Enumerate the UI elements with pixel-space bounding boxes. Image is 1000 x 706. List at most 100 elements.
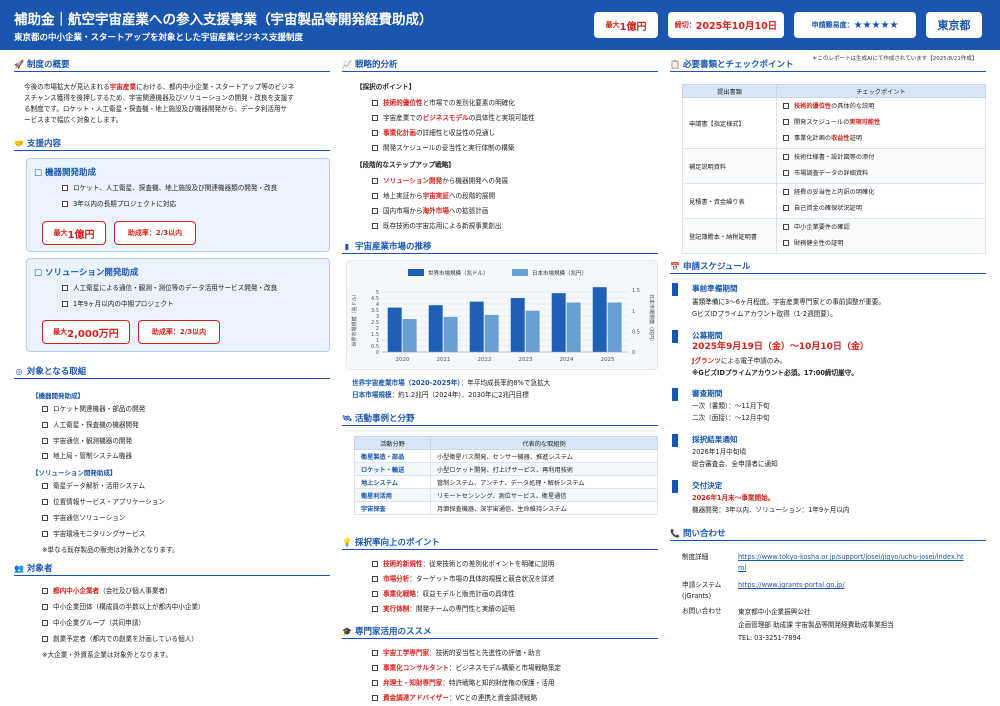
divider [670,71,986,72]
bar-japan [443,316,458,352]
satellite-icon: 🛰 [342,413,353,423]
docs-heading: 📋 必要書類とチェックポイント [670,59,794,71]
list-item: 都内中小企業者（会社及び個人事業者） [42,586,172,597]
bar-world [592,287,607,352]
list-item: 地上実証から宇宙実証への段階的展開 [372,191,495,202]
schedule-step-body: Jグランツによる電子申請のみ。 ※GビズIDプライムアカウント必須。17:00締切… [692,357,858,377]
checkbox-icon [42,531,48,537]
list-item: 中小企業グループ（共同申請） [42,618,145,629]
contact-heading: 📞 問い合わせ [670,528,726,540]
group-label: 【段階的なステップアップ戦略】 [356,161,455,169]
bar-chart-icon: ▮ [344,241,350,251]
checkbox-icon [62,285,68,291]
x-tick-label: 2022 [478,357,492,363]
list-item: 技術的新規性：従来技術との差別化ポイントを明確に説明 [372,559,554,570]
list-item: 地上局・管制システム機器 [42,451,132,462]
bar-japan [566,302,581,352]
targets-note: ※単なる既存製品の販売は対象外となります。 [42,546,179,554]
bar-world [428,305,443,352]
y-right-tick: 1.5 [632,288,640,294]
list-item: 資金調達アドバイザー：VCとの連携と資金調達戦略 [372,693,537,704]
divider [670,273,986,274]
support-heading: 🤝 支援内容 [14,138,62,150]
checkbox-icon [372,665,378,671]
checkbox-icon [372,130,378,136]
eligible-note: ※大企業・外資系企業は対象外となります。 [42,651,172,659]
list-item: 宇宙環境モニタリングサービス [42,529,145,540]
checkbox-icon [372,100,378,106]
y-left-label: 世界市場規模（兆ドル） [351,291,358,346]
checkbox-icon [372,115,378,121]
schedule-step-title: 事前準備期間 [692,284,738,293]
group-label: 【ソリューション開発助成】 [32,469,117,477]
list-item: 開発スケジュールの妥当性と実行体制の構築 [372,143,514,154]
checkbox-icon [62,301,68,307]
table-row: ロケット・輸送 小型ロケット開発、打上げサービス、再利用技術 [354,462,658,476]
checkbox-icon [783,119,789,125]
bar-world [551,293,566,352]
list-item: 衛星データ解析・活用システム [42,481,145,492]
table-row: 衛星製造・部品 小型衛星バス開発、センサー機器、推進システム [354,449,658,463]
y-left-tick: 2.5 [371,320,379,326]
difficulty-badge: 申請難易度： ★★★★★ [794,12,916,38]
table-header: 代表的な取組例 [430,436,658,450]
checkbox-icon [783,205,789,211]
list-item: ロケット関連機器・部品の開発 [42,404,145,415]
expert-heading: 🎓 専門家活用のススメ [342,626,432,638]
timeline-marker [672,283,678,296]
checkbox-icon [372,680,378,686]
y-left-tick: 1 [376,338,379,344]
y-left-tick: 3.5 [371,308,379,314]
table-row: 登記簿謄本・納税証明書 中小企業要件の確認 財務健全性の証明 [682,218,986,254]
checkbox-icon [783,103,789,109]
divider [342,71,658,72]
market-caption-2: 日本市場規模：約1.2兆円（2024年）、2030年に2兆円目標 [352,391,529,399]
timeline-marker [672,330,678,343]
checkbox-icon [372,223,378,229]
checkbox-icon [62,201,68,207]
legend-label-japan: 日本市場規模（兆円） [532,269,587,277]
ai-note: ＊このレポートは生成AIにて作成されています【2025/8/21作成】 [812,56,978,62]
list-item: 技術的優位性と市場での差別化要素の明確化 [372,98,515,109]
bar-world [469,301,484,352]
bar-japan [607,302,622,352]
timeline-marker [672,434,678,447]
y-left-tick: 5 [376,290,379,296]
checkbox-icon [372,650,378,656]
checkbox-icon [62,185,68,191]
graduate-icon: 🎓 [342,626,352,636]
jgrants-link[interactable]: https://www.jgrants-portal.go.jp/ [738,580,845,591]
checkbox-icon [42,438,48,444]
list-item: 中小企業団体（構成員の半数以上が都内中小企業） [42,602,205,613]
schedule-step-body: 書類準備に3〜6ヶ月程度。宇宙産業専門家との事前調整が重要。 GビズIDプライムア… [692,298,885,318]
divider [670,540,986,541]
handshake-icon: 🤝 [14,138,24,148]
list-item: 人工衛星による通信・観測・測位等のデータ活用サービス開発・改良 [62,283,277,294]
x-tick-label: 2024 [560,357,574,363]
checkbox-icon [372,145,378,151]
overview-text: 今後の市場拡大が見込まれる宇宙産業における、都内中小企業・スタートアップ等のビジ… [24,83,295,124]
checkbox-icon [42,620,48,626]
bar-japan [484,314,499,352]
checkbox-icon [42,453,48,459]
max-amount-badge: 最大 1億円 [594,12,658,38]
rocket-icon: 🚀 [14,59,24,69]
people-icon: 👥 [14,563,24,573]
y-right-label: 日本市場規模（兆円） [648,294,655,344]
x-tick-label: 2025 [601,357,615,363]
detail-link[interactable]: https://www.tokyo-kosha.or.jp/support/jo… [738,552,964,574]
table-row: 補足説明資料 技術仕様書・設計図等の添付 市場調査データの詳細資料 [682,148,986,184]
list-item: 事業化コンサルタント：ビジネスモデル構築と市場戦略策定 [372,663,561,674]
overview-heading: 🚀 制度の概要 [14,59,70,71]
table-row: 見積書・資金繰り表 経費の妥当性と内訳の明確化 自己資金の確保状況証明 [682,183,986,219]
contact-info: 東京都中小企業振興公社 企画管理部 助成課 宇宙製品等開発経費助成事業担当 TEL:… [738,608,894,642]
table-row: 宇宙探査 月面探査機器、深宇宙通信、生命維持システム [354,501,658,515]
y-left-tick: 4 [376,302,379,308]
contact-label: お問い合わせ [682,607,722,615]
list-item: 宇宙通信ソリューション [42,513,125,524]
legend-swatch-world [408,269,424,276]
checkbox-icon [372,178,378,184]
divider [342,549,658,550]
group-label: 【機器開発助成】 [32,392,84,400]
checkbox-icon [783,135,789,141]
